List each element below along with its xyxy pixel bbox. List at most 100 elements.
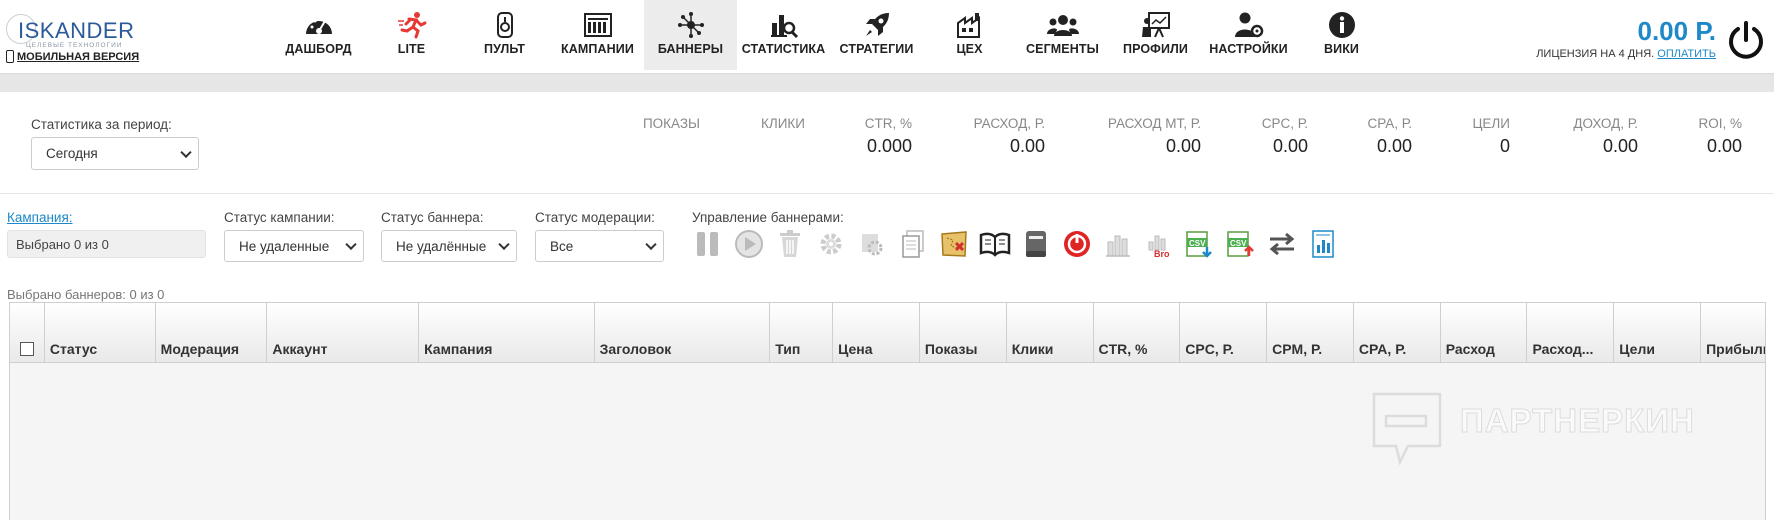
column-header-goals[interactable]: Цели — [1614, 303, 1702, 363]
column-header-ctr[interactable]: CTR, % — [1094, 303, 1181, 363]
gear-icon[interactable] — [815, 228, 847, 260]
svg-text:Bro: Bro — [1154, 249, 1170, 258]
copy-icon[interactable] — [897, 228, 929, 260]
column-header-campaign[interactable]: Кампания — [419, 303, 595, 363]
pay-link[interactable]: ОПЛАТИТЬ — [1657, 48, 1716, 60]
bro-chart-icon[interactable]: Bro — [1143, 228, 1175, 260]
column-header-account[interactable]: Аккаунт — [267, 303, 420, 363]
nav-item-strategies[interactable]: СТРАТЕГИИ — [830, 0, 923, 70]
bar-chart-icon[interactable] — [1102, 228, 1134, 260]
stat-goals: ЦЕЛИ 0 — [1472, 116, 1510, 157]
nav-label-remote: ПУЛЬТ — [484, 42, 525, 56]
trash-icon[interactable] — [774, 228, 806, 260]
swap-arrows-icon[interactable] — [1266, 228, 1298, 260]
banners-network-icon — [675, 10, 707, 40]
nav-label-factory: ЦЕХ — [956, 42, 983, 56]
column-header-spend-2[interactable]: Расход... — [1527, 303, 1615, 363]
nav-label-strategies: СТРАТЕГИИ — [839, 42, 914, 56]
nav-label-segments: СЕГМЕНТЫ — [1026, 42, 1099, 56]
chevron-down-icon — [180, 146, 192, 158]
csv-import-icon[interactable]: CSV — [1225, 228, 1257, 260]
play-icon[interactable] — [733, 228, 765, 260]
factory-icon — [954, 10, 986, 40]
stat-label: ПОКАЗЫ — [642, 116, 700, 131]
banner-status-select[interactable]: Не удалённые — [381, 230, 517, 262]
nav-item-wiki[interactable]: ВИКИ — [1295, 0, 1388, 70]
column-header-spend[interactable]: Расход — [1441, 303, 1528, 363]
logo[interactable]: ISKANDER ЦЕЛЕВЫЕ ТЕХНОЛОГИИ — [4, 12, 134, 49]
stat-label: CPA, Р. — [1367, 116, 1412, 131]
nav-item-statistics[interactable]: СТАТИСТИКА — [737, 0, 830, 70]
stat-label: РАСХОД МТ, Р. — [1107, 116, 1201, 131]
account-balance: 0.00 Р. — [1637, 16, 1717, 46]
report-icon[interactable] — [1307, 228, 1339, 260]
nav-item-lite[interactable]: LITE — [365, 0, 458, 70]
column-header-price[interactable]: Цена — [833, 303, 920, 363]
stat-spend-mt: РАСХОД МТ, Р. 0.00 — [1108, 116, 1201, 157]
book-icon[interactable] — [1020, 228, 1052, 260]
nav-label-lite: LITE — [397, 42, 426, 56]
column-header-cpm[interactable]: CPM, Р. — [1267, 303, 1354, 363]
column-header-cpa[interactable]: CPA, Р. — [1354, 303, 1441, 363]
nav-label-campaigns: КАМПАНИИ — [561, 42, 634, 56]
mobile-version-link[interactable]: МОБИЛЬНАЯ ВЕРСИЯ — [6, 50, 139, 63]
column-header-cpc[interactable]: CPC, Р. — [1180, 303, 1268, 363]
section-divider — [0, 193, 1774, 194]
stat-cpa: CPA, Р. 0.00 — [1368, 116, 1412, 157]
nav-item-banners[interactable]: БАННЕРЫ — [644, 0, 737, 70]
column-header-status[interactable]: Статус — [45, 303, 156, 363]
nav-item-campaigns[interactable]: КАМПАНИИ — [551, 0, 644, 70]
csv-export-icon[interactable]: CSV — [1184, 228, 1216, 260]
selected-banners-count: Выбрано баннеров: 0 из 0 — [7, 287, 165, 302]
license-info: ЛИЦЕНЗИЯ НА 4 ДНЯ. ОПЛАТИТЬ — [1536, 48, 1716, 60]
column-header-profit[interactable]: Прибыль — [1701, 303, 1765, 363]
svg-text:CSV: CSV — [1230, 239, 1247, 248]
logo-tagline: ЦЕЛЕВЫЕ ТЕХНОЛОГИИ — [26, 42, 123, 49]
moderation-status-label: Статус модерации: — [535, 210, 655, 225]
svg-text:CSV: CSV — [1189, 239, 1206, 248]
user-settings-icon — [1233, 10, 1265, 40]
column-header-moderation[interactable]: Модерация — [156, 303, 268, 363]
watermark: ПАРТНЕРКИН — [1370, 390, 1730, 470]
banner-status-value: Не удалённые — [396, 238, 487, 254]
nav-label-settings: НАСТРОЙКИ — [1209, 42, 1288, 56]
banner-toolbar: Bro CSV CSV — [692, 228, 1339, 260]
stat-label: ЦЕЛИ — [1472, 116, 1510, 131]
nav-item-remote[interactable]: ПУЛЬТ — [458, 0, 551, 70]
header-separator — [0, 74, 1774, 92]
banner-status-label: Статус баннера: — [381, 210, 484, 225]
stat-roi: ROI, % 0.00 — [1698, 116, 1742, 157]
select-all-cell — [10, 303, 45, 363]
nav-item-factory[interactable]: ЦЕХ — [923, 0, 1016, 70]
stop-icon[interactable] — [1061, 228, 1093, 260]
campaign-selection-field[interactable]: Выбрано 0 из 0 — [7, 230, 206, 258]
campaign-status-select[interactable]: Не удаленные — [224, 230, 364, 262]
column-header-title[interactable]: Заголовок — [595, 303, 771, 363]
watermark-text: ПАРТНЕРКИН — [1460, 402, 1695, 440]
nav-item-settings[interactable]: НАСТРОЙКИ — [1202, 0, 1295, 70]
stat-clicks: КЛИКИ — [761, 116, 805, 136]
column-header-impressions[interactable]: Показы — [920, 303, 1007, 363]
stat-value: 0.00 — [1376, 136, 1412, 156]
pause-icon[interactable] — [692, 228, 724, 260]
runner-icon — [396, 10, 428, 40]
campaign-status-value: Не удаленные — [239, 238, 330, 254]
nav-item-profiles[interactable]: ПРОФИЛИ — [1109, 0, 1202, 70]
column-header-clicks[interactable]: Клики — [1007, 303, 1094, 363]
remote-icon — [489, 10, 521, 40]
select-all-checkbox[interactable] — [19, 342, 34, 356]
period-select[interactable]: Сегодня — [31, 137, 199, 170]
nav-label-banners: БАННЕРЫ — [657, 42, 724, 56]
stat-value: 0.00 — [1602, 136, 1638, 156]
map-icon[interactable] — [938, 228, 970, 260]
nav-item-dashboard[interactable]: ДАШБОРД — [272, 0, 365, 70]
copy-settings-icon[interactable] — [856, 228, 888, 260]
stat-label: ДОХОД, Р. — [1573, 116, 1638, 131]
moderation-status-select[interactable]: Все — [535, 230, 664, 262]
column-header-type[interactable]: Тип — [770, 303, 834, 363]
power-icon[interactable] — [1726, 20, 1766, 60]
open-book-icon[interactable] — [979, 228, 1011, 260]
nav-item-segments[interactable]: СЕГМЕНТЫ — [1016, 0, 1109, 70]
campaign-filter-link[interactable]: Кампания: — [7, 210, 73, 225]
rocket-icon — [861, 10, 893, 40]
